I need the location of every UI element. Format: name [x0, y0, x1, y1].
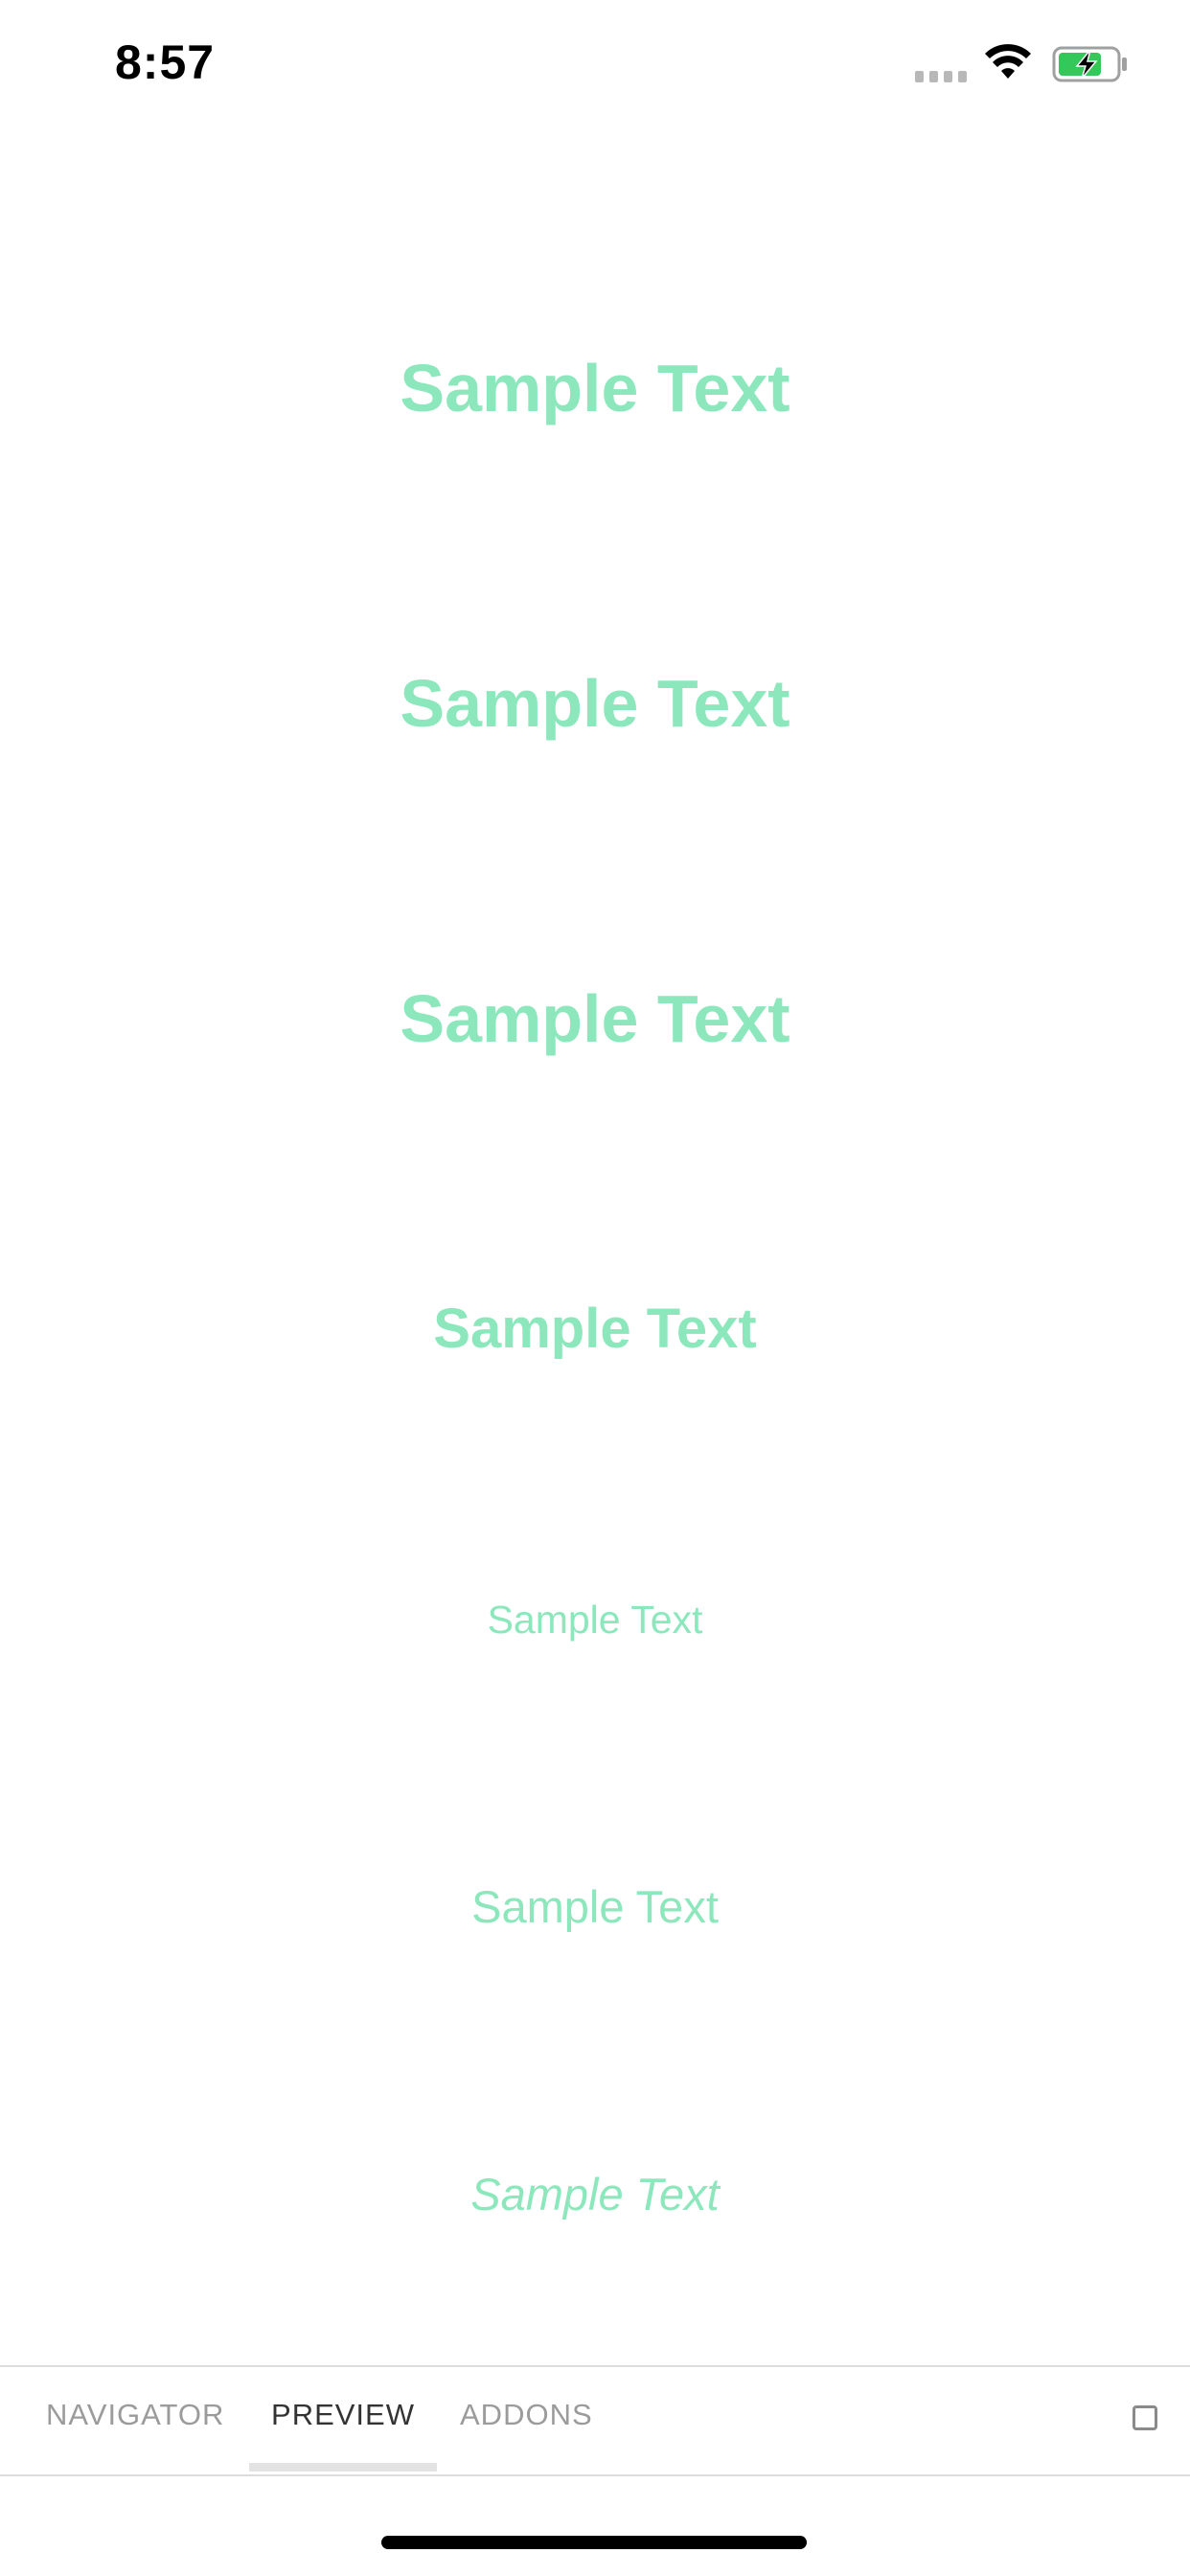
sample-text-5: Sample Text [487, 1598, 703, 1642]
battery-charging-icon [1052, 46, 1127, 82]
sample-text-6: Sample Text [471, 1881, 719, 1932]
tab-preview[interactable]: PREVIEW [249, 2367, 437, 2474]
cellular-signal-icon [915, 67, 969, 82]
status-time: 8:57 [115, 35, 216, 89]
sample-text-2: Sample Text [400, 666, 790, 741]
sample-text-7: Sample Text [470, 2169, 720, 2220]
active-tab-indicator [249, 2463, 437, 2472]
sample-text-4: Sample Text [433, 1298, 757, 1360]
bottom-tab-bar: NAVIGATOR PREVIEW ADDONS [0, 2365, 1190, 2476]
status-bar: 8:57 [0, 0, 1190, 134]
sample-text-3: Sample Text [400, 981, 790, 1056]
home-indicator[interactable] [381, 2536, 807, 2549]
sample-text-1: Sample Text [400, 351, 790, 426]
fullscreen-toggle-icon[interactable] [1133, 2405, 1157, 2430]
wifi-icon [985, 44, 1031, 79]
tab-navigator[interactable]: NAVIGATOR [46, 2367, 224, 2474]
tab-addons[interactable]: ADDONS [460, 2367, 593, 2474]
